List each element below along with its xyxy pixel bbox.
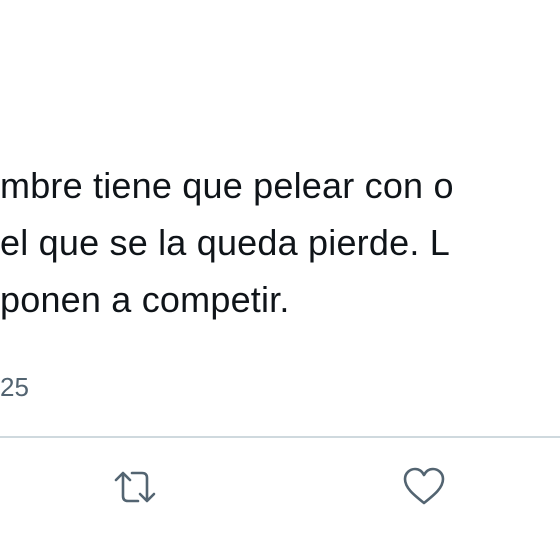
tweet-detail-view: mbre tiene que pelear con o el que se la… [0,0,560,560]
tweet-text-line: mbre tiene que pelear con o [0,165,454,206]
retweet-icon [114,471,156,503]
like-button[interactable] [397,460,451,514]
retweet-button[interactable] [108,460,162,514]
tweet-body: mbre tiene que pelear con o el que se la… [0,157,560,328]
tweet-timestamp[interactable]: 25 [0,367,29,407]
tweet-text-line: ponen a competir. [0,279,290,320]
heart-icon [403,467,445,505]
tweet-action-bar [0,460,560,516]
tweet-text-line: el que se la queda pierde. L [0,222,450,263]
divider [0,436,560,438]
